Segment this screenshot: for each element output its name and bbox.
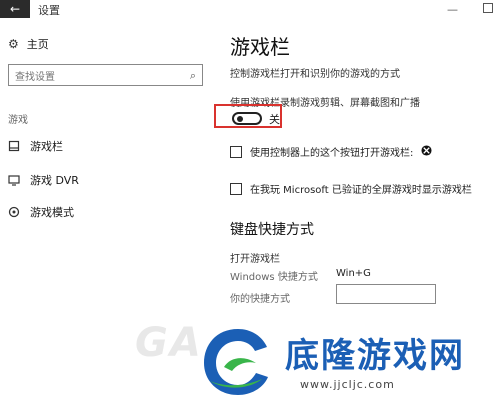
sidebar-item-label: 游戏模式 [30, 206, 74, 219]
game-mode-icon [8, 206, 20, 218]
sidebar-item-label: 游戏栏 [30, 140, 63, 153]
watermark-letters: GA [135, 320, 203, 366]
fullscreen-checkbox[interactable] [230, 182, 242, 195]
controller-button-checkbox[interactable] [230, 145, 242, 158]
site-logo-icon [204, 329, 268, 395]
sidebar-item-label: 游戏 DVR [30, 174, 79, 187]
window-title: 设置 [38, 4, 60, 17]
sidebar-item-game-dvr[interactable]: 游戏 DVR [8, 172, 79, 188]
maximize-button[interactable] [483, 3, 493, 13]
fullscreen-option[interactable]: 在我玩 Microsoft 已验证的全屏游戏时显示游戏栏 [230, 181, 472, 196]
page-title: 游戏栏 [230, 35, 290, 59]
gear-icon: ⚙ [8, 37, 19, 51]
minimize-button[interactable]: — [447, 3, 458, 16]
xbox-icon [421, 144, 432, 159]
fullscreen-label: 在我玩 Microsoft 已验证的全屏游戏时显示游戏栏 [250, 185, 472, 196]
controller-button-option[interactable]: 使用控制器上的这个按钮打开游戏栏: [230, 144, 432, 159]
watermark-brand: 底隆游戏网 [285, 336, 465, 376]
search-icon[interactable]: ⌕ [190, 69, 196, 83]
open-game-bar-label: 打开游戏栏 [230, 254, 280, 265]
your-shortcut-input[interactable] [336, 284, 436, 304]
sidebar-item-game-bar[interactable]: 游戏栏 [8, 138, 63, 154]
keyboard-section-title: 键盘快捷方式 [230, 222, 314, 238]
toggle-knob [237, 116, 243, 122]
watermark-url: www.jjcljc.com [300, 378, 395, 391]
search-box: ⌕ [8, 64, 203, 88]
game-bar-icon [8, 140, 20, 152]
windows-shortcut-value: Win+G [336, 268, 371, 279]
back-button[interactable]: ← [0, 0, 30, 18]
sidebar-item-home[interactable]: ⚙ 主页 [8, 36, 49, 52]
search-input[interactable] [9, 67, 179, 88]
dvr-icon [8, 174, 20, 186]
sidebar-section-label: 游戏 [8, 115, 28, 126]
windows-shortcut-label: Windows 快捷方式 [230, 272, 318, 283]
toggle-state-label: 关 [269, 113, 280, 126]
controller-button-label: 使用控制器上的这个按钮打开游戏栏: [250, 148, 414, 159]
home-label: 主页 [26, 38, 49, 51]
sidebar-item-game-mode[interactable]: 游戏模式 [8, 204, 74, 220]
your-shortcut-label: 你的快捷方式 [230, 294, 290, 305]
title-bar: ← 设置 — [0, 0, 500, 22]
page-description: 控制游戏栏打开和识别你的游戏的方式 [230, 69, 400, 80]
record-toggle[interactable] [232, 112, 262, 125]
